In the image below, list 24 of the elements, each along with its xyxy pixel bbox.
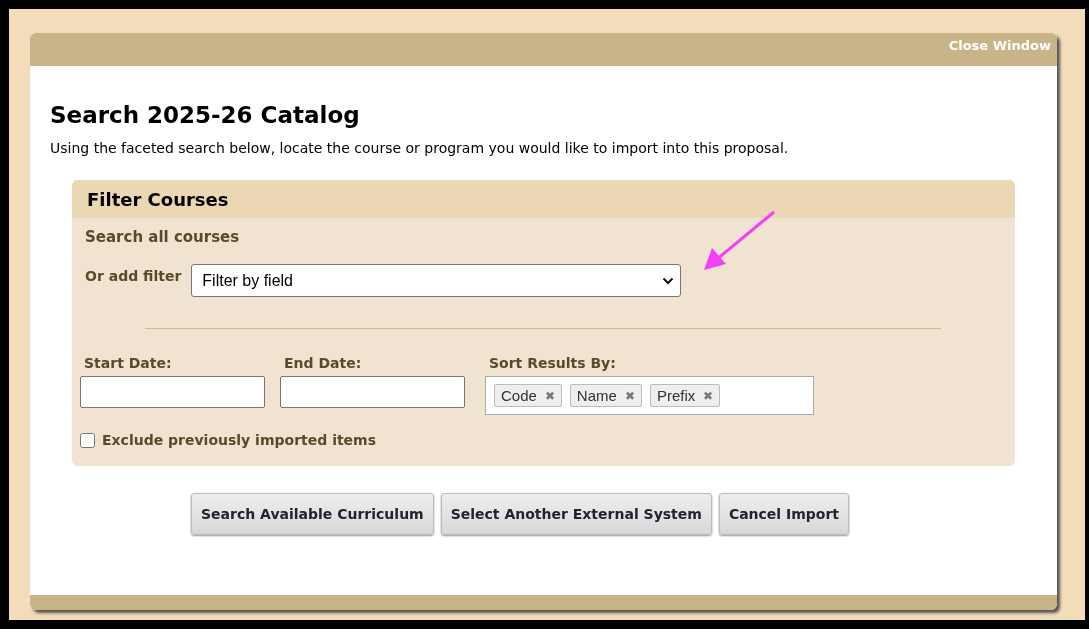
sort-tag[interactable]: Prefix ✖ <box>649 384 721 407</box>
end-date-field[interactable] <box>280 376 465 408</box>
start-date-label: Start Date: <box>83 355 173 371</box>
start-date-field[interactable] <box>80 376 265 408</box>
exclude-label: Exclude previously imported items <box>102 432 377 448</box>
remove-icon[interactable]: ✖ <box>544 388 555 403</box>
end-date-label: End Date: <box>283 355 363 371</box>
exclude-checkbox[interactable] <box>80 432 95 448</box>
sort-label: Sort Results By: <box>488 355 617 371</box>
sort-field[interactable]: Code ✖ Name ✖ Prefix ✖ <box>485 376 814 415</box>
filter-dropdown[interactable]: Filter by field <box>191 264 682 297</box>
description-text: Using the faceted search below, locate the course or program you would like to import into this proposal. <box>50 140 790 156</box>
remove-icon[interactable]: ✖ <box>703 388 714 403</box>
search-all-label: Search all courses <box>84 228 241 246</box>
chevron-down-icon <box>662 276 675 285</box>
add-filter-label: Or add filter <box>85 267 182 284</box>
sort-tag[interactable]: Name ✖ <box>569 384 642 407</box>
action-button[interactable]: Cancel Import <box>718 493 850 535</box>
remove-icon[interactable]: ✖ <box>624 388 635 403</box>
panel-title: Filter Courses <box>87 189 229 210</box>
action-button[interactable]: Search Available Curriculum <box>191 493 434 535</box>
sort-tag[interactable]: Code ✖ <box>494 384 562 407</box>
action-button[interactable]: Select Another External System <box>440 493 712 535</box>
dialog-title: Search 2025-26 Catalog <box>50 102 361 128</box>
